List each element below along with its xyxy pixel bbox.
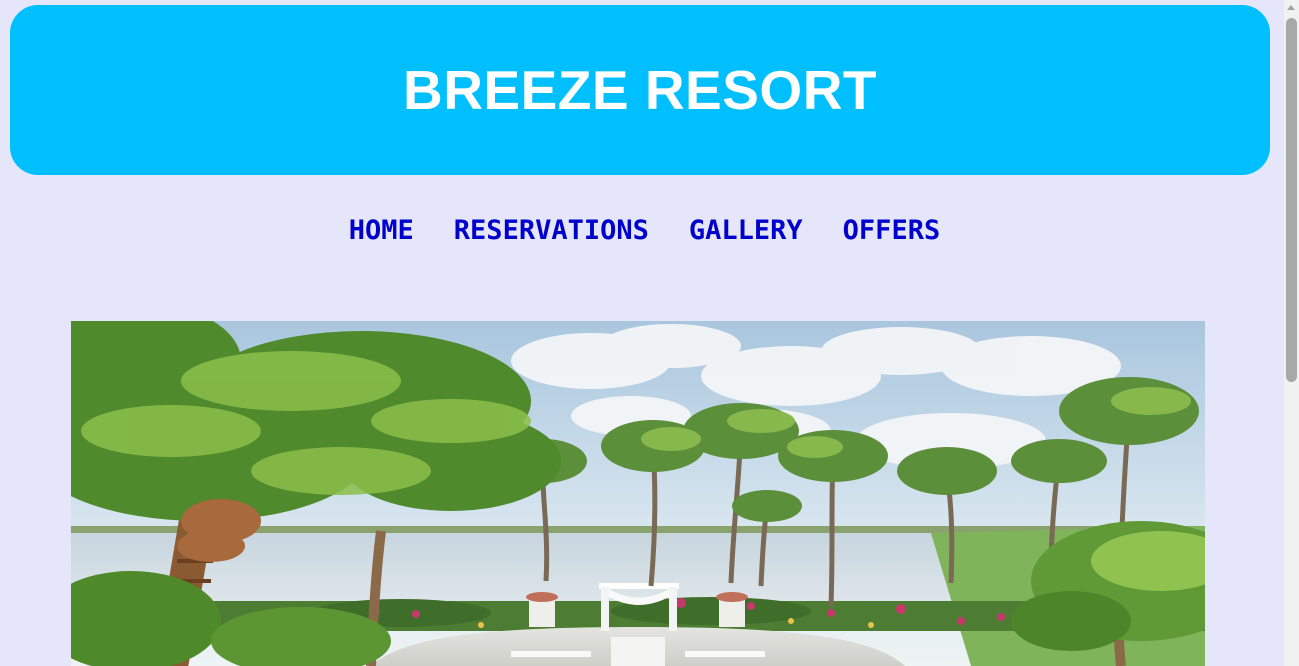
nav-link-reservations[interactable]: RESERVATIONS	[454, 211, 649, 251]
hero-image	[71, 321, 1205, 666]
nav-link-gallery[interactable]: GALLERY	[689, 211, 803, 251]
nav-link-home[interactable]: HOME	[349, 211, 414, 251]
resort-photo	[71, 321, 1205, 666]
site-banner: BREEZE RESORT	[10, 5, 1270, 175]
nav-link-offers[interactable]: OFFERS	[843, 211, 941, 251]
main-nav: HOME RESERVATIONS GALLERY OFFERS	[0, 211, 1284, 251]
scrollbar-thumb[interactable]	[1286, 18, 1297, 382]
scroll-up-arrow-icon[interactable]	[1287, 5, 1295, 10]
page: BREEZE RESORT HOME RESERVATIONS GALLERY …	[0, 0, 1299, 666]
vertical-scrollbar[interactable]	[1284, 0, 1299, 666]
site-title: BREEZE RESORT	[402, 59, 878, 121]
